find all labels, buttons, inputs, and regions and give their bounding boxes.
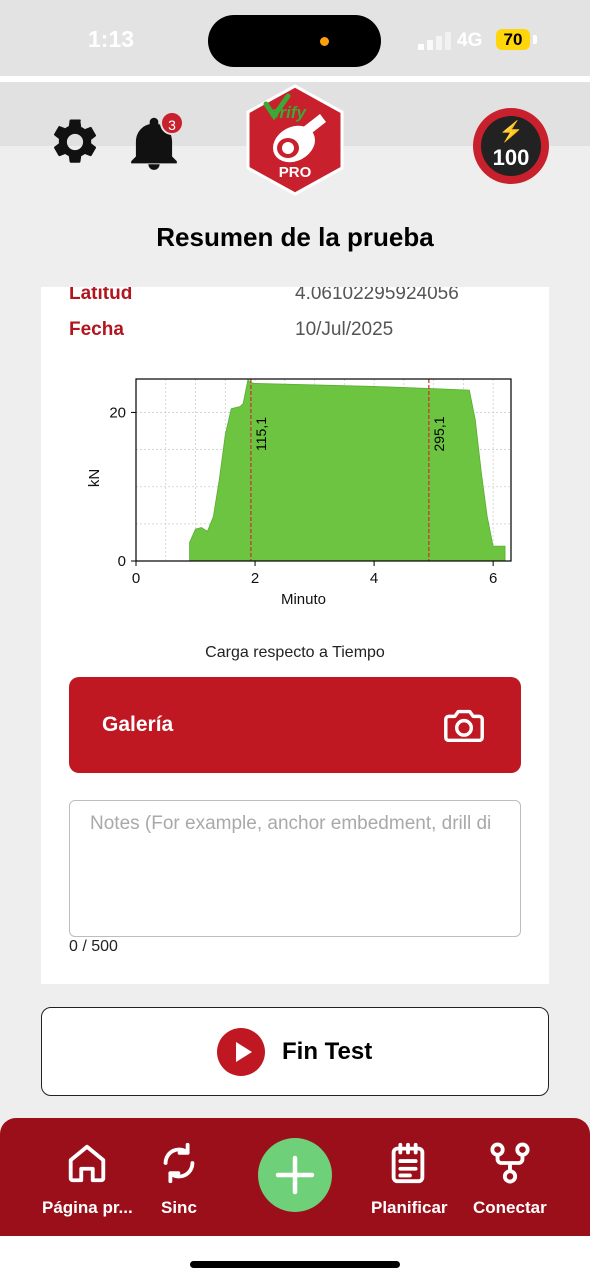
tab-home-label: Página pr...	[42, 1198, 133, 1217]
network-type: 4G	[457, 30, 483, 51]
privacy-indicator-dot	[320, 37, 329, 46]
tab-plan[interactable]: Planificar	[365, 1118, 455, 1236]
x-tick-label: 2	[251, 570, 259, 587]
notes-textarea[interactable]	[69, 800, 521, 937]
tab-plan-label: Planificar	[371, 1198, 448, 1217]
y-tick-label: 0	[118, 553, 126, 570]
finish-test-label: Fin Test	[282, 1038, 373, 1065]
date-value: 10/Jul/2025	[295, 319, 394, 340]
logo-brand-text: erify	[270, 103, 306, 122]
date-label: Fecha	[69, 319, 124, 340]
power-level-inner: ⚡ 100	[481, 116, 541, 176]
home-indicator	[190, 1261, 400, 1268]
tab-home[interactable]: Página pr...	[30, 1118, 145, 1236]
tab-sync-label: Sinc	[161, 1198, 197, 1217]
latitude-label: Latitud	[69, 287, 133, 304]
power-level-value: 100	[492, 145, 530, 170]
plus-icon	[275, 1155, 315, 1195]
x-tick-label: 4	[370, 570, 378, 587]
load-area-series	[189, 378, 506, 562]
chart-caption: Carga respecto a Tiempo	[205, 644, 385, 661]
x-tick-label: 0	[132, 570, 140, 587]
x-tick-label: 6	[489, 570, 497, 587]
sync-icon	[163, 1142, 195, 1184]
signal-icon	[418, 30, 452, 50]
add-button[interactable]	[258, 1138, 332, 1212]
y-tick-label: 20	[109, 404, 126, 421]
status-bar: 1:13 4G 70	[0, 0, 590, 76]
dynamic-island	[208, 15, 381, 67]
play-icon	[217, 1028, 265, 1076]
network-icon	[490, 1142, 530, 1184]
gallery-button[interactable]: Galería	[69, 677, 521, 773]
battery-icon: 70	[496, 29, 530, 50]
marker-label: 115,1	[253, 417, 269, 451]
tab-connect[interactable]: Conectar	[468, 1118, 553, 1236]
gear-icon[interactable]	[48, 115, 102, 169]
x-axis-label: Minuto	[281, 591, 326, 608]
page-title: Resumen de la prueba	[156, 222, 434, 252]
y-axis-label: kN	[86, 469, 103, 487]
notes-char-counter: 0 / 500	[69, 938, 118, 955]
battery-cap	[533, 35, 537, 44]
gallery-label: Galería	[102, 713, 174, 736]
notification-badge: 3	[160, 111, 184, 135]
bottom-safe-area	[0, 1236, 590, 1280]
test-summary-card: Latitud 4.06102295924056 Fecha 10/Jul/20…	[41, 287, 549, 984]
tab-sync[interactable]: Sinc	[150, 1118, 210, 1236]
finish-test-button[interactable]: Fin Test	[41, 1007, 549, 1096]
logo-badge-text: PRO	[278, 164, 312, 181]
notepad-icon	[391, 1142, 425, 1184]
marker-label: 295,1	[431, 416, 447, 451]
lightning-icon: ⚡	[498, 121, 524, 143]
tab-connect-label: Conectar	[473, 1198, 547, 1217]
camera-icon	[444, 709, 484, 743]
load-time-chart: 115,1 295,1 0 2 4 6 0 20 Minuto kN	[86, 378, 512, 608]
status-time: 1:13	[88, 26, 135, 52]
power-level-button[interactable]: ⚡ 100	[473, 108, 549, 184]
home-icon	[68, 1144, 106, 1183]
latitude-value: 4.06102295924056	[295, 287, 459, 304]
